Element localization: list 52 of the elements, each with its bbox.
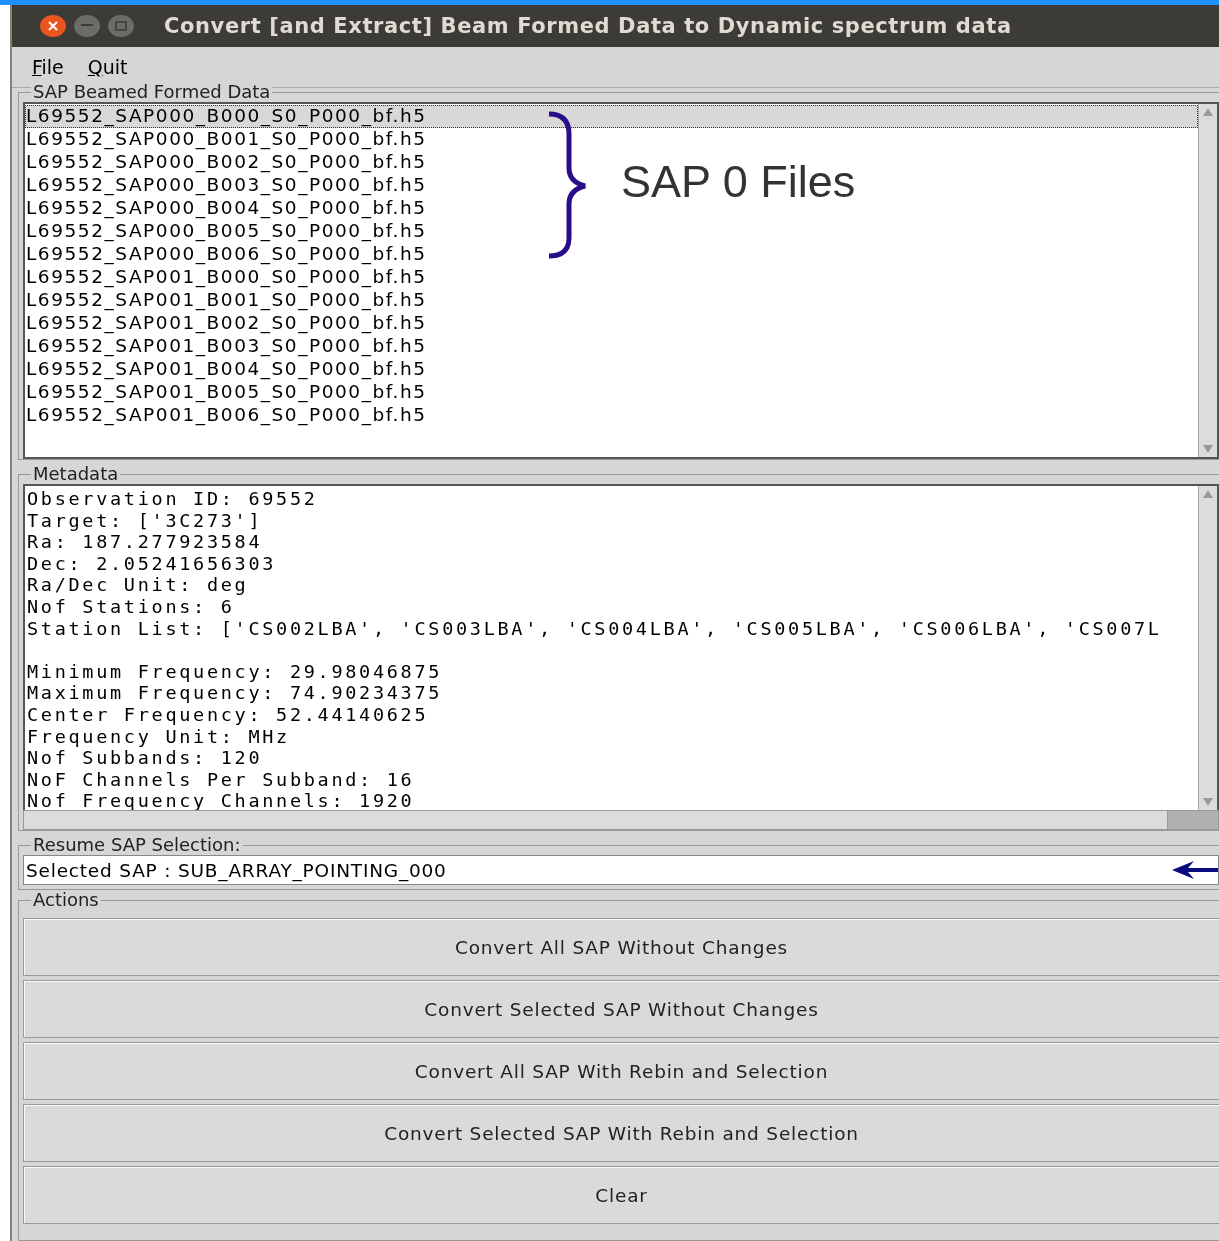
file-list-item[interactable]: L69552_SAP001_B005_S0_P000_bf.h5 <box>25 381 427 404</box>
action-button[interactable]: Convert Selected SAP Without Changes <box>23 980 1219 1038</box>
menu-item[interactable]: File <box>26 54 70 80</box>
metadata-line: Ra/Dec Unit: deg <box>27 574 250 596</box>
file-list-item[interactable]: L69552_SAP001_B006_S0_P000_bf.h5 <box>25 404 427 427</box>
metadata-line: Minimum Frequency: 29.98046875 <box>27 660 444 683</box>
close-icon <box>48 21 58 31</box>
window-title: Convert [and Extract] Beam Formed Data to Dynamic spectrum data <box>164 14 1012 38</box>
metadata-line: NoF Channels Per Subband: 16 <box>27 768 416 791</box>
selection-field[interactable]: Selected SAP : SUB_ARRAY_POINTING_000 <box>23 855 1219 885</box>
action-button[interactable]: Convert All SAP Without Changes <box>23 918 1219 976</box>
scroll-up-icon[interactable] <box>1202 489 1214 499</box>
file-list-item[interactable]: L69552_SAP000_B004_S0_P000_bf.h5 <box>25 197 427 220</box>
scrollbar[interactable] <box>23 810 1219 830</box>
action-button[interactable]: Convert All SAP With Rebin and Selection <box>23 1042 1219 1100</box>
scroll-down-icon[interactable] <box>1202 797 1214 807</box>
file-list-item[interactable]: L69552_SAP000_B005_S0_P000_bf.h5 <box>25 220 427 243</box>
file-list-item[interactable]: L69552_SAP001_B004_S0_P000_bf.h5 <box>25 358 427 381</box>
metadata-line: Center Frequency: 52.44140625 <box>27 703 430 726</box>
minimize-icon <box>81 24 93 28</box>
metadata-line: Target: ['3C273'] <box>27 509 264 532</box>
file-list-item[interactable]: L69552_SAP001_B002_S0_P000_bf.h5 <box>25 312 427 335</box>
file-list-item[interactable]: L69552_SAP001_B001_S0_P000_bf.h5 <box>25 289 427 312</box>
file-list-item[interactable]: L69552_SAP000_B002_S0_P000_bf.h5 <box>25 151 427 174</box>
file-list-item[interactable]: L69552_SAP000_B000_S0_P000_bf.h5 <box>25 105 1198 128</box>
metadata-line: Observation ID: 69552 <box>27 488 319 510</box>
menu-item[interactable]: Quit <box>81 54 134 80</box>
maximize-button[interactable] <box>108 15 134 37</box>
maximize-icon <box>115 21 127 31</box>
scrollbar[interactable] <box>1198 486 1217 810</box>
selection-value: Selected SAP : SUB_ARRAY_POINTING_000 <box>26 859 447 881</box>
scroll-up-icon[interactable] <box>1202 107 1214 117</box>
metadata-line: Frequency Unit: MHz <box>27 725 291 748</box>
annotation-label: SAP 0 Files <box>621 156 856 208</box>
arrow-icon <box>1172 859 1218 881</box>
file-list-item[interactable]: L69552_SAP001_B003_S0_P000_bf.h5 <box>25 335 427 358</box>
close-button[interactable] <box>40 15 66 37</box>
file-list-item[interactable]: L69552_SAP000_B001_S0_P000_bf.h5 <box>25 128 427 151</box>
metadata-line: Nof Stations: 6 <box>27 595 236 618</box>
minimize-button[interactable] <box>74 15 100 37</box>
file-list-item[interactable]: L69552_SAP000_B006_S0_P000_bf.h5 <box>25 243 427 266</box>
scroll-down-icon[interactable] <box>1202 444 1214 454</box>
file-list-item[interactable]: L69552_SAP000_B003_S0_P000_bf.h5 <box>25 174 427 197</box>
metadata-line: Dec: 2.05241656303 <box>27 552 278 575</box>
metadata-line: Ra: 187.277923584 <box>27 531 264 553</box>
scrollbar[interactable] <box>1198 104 1217 457</box>
action-button[interactable]: Clear <box>23 1166 1219 1224</box>
metadata-line: Station List: ['CS002LBA', 'CS003LBA', 'CS004LBA', 'CS005LBA', 'CS006LBA', 'CS007L <box>27 617 1163 640</box>
metadata-line: Maximum Frequency: 74.90234375 <box>27 682 444 704</box>
metadata-line: Nof Subbands: 120 <box>27 747 264 769</box>
file-list-item[interactable]: L69552_SAP001_B000_S0_P000_bf.h5 <box>25 266 427 289</box>
action-button[interactable]: Convert Selected SAP With Rebin and Selection <box>23 1104 1219 1162</box>
